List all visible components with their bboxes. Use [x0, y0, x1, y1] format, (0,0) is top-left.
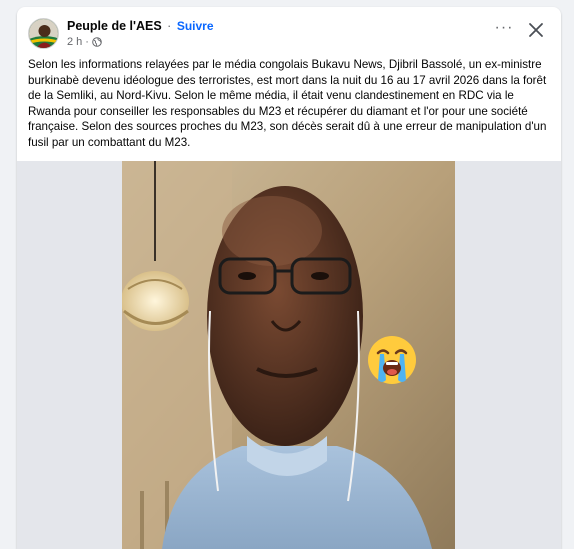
post-timestamp[interactable]: 2 h: [67, 36, 82, 48]
loudly-crying-face-emoji: [364, 332, 420, 388]
globe-icon[interactable]: [92, 37, 102, 47]
more-options-button[interactable]: ···: [493, 20, 515, 41]
post-media[interactable]: [17, 161, 561, 549]
post-body-text: Selon les informations relayées par le m…: [28, 58, 547, 149]
meta-separator: ·: [85, 36, 89, 48]
post-header: Peuple de l'AES · Suivre 2 h · ···: [17, 7, 561, 57]
post-author-line: Peuple de l'AES · Suivre: [67, 19, 214, 33]
follow-button[interactable]: Suivre: [177, 19, 214, 33]
page-avatar[interactable]: [28, 18, 59, 49]
page-name-link[interactable]: Peuple de l'AES: [67, 19, 162, 33]
post-card: Peuple de l'AES · Suivre 2 h · ··· Selon…: [17, 7, 561, 549]
close-icon[interactable]: [525, 19, 547, 41]
separator-dot: ·: [167, 19, 172, 33]
post-meta: 2 h ·: [67, 36, 102, 48]
